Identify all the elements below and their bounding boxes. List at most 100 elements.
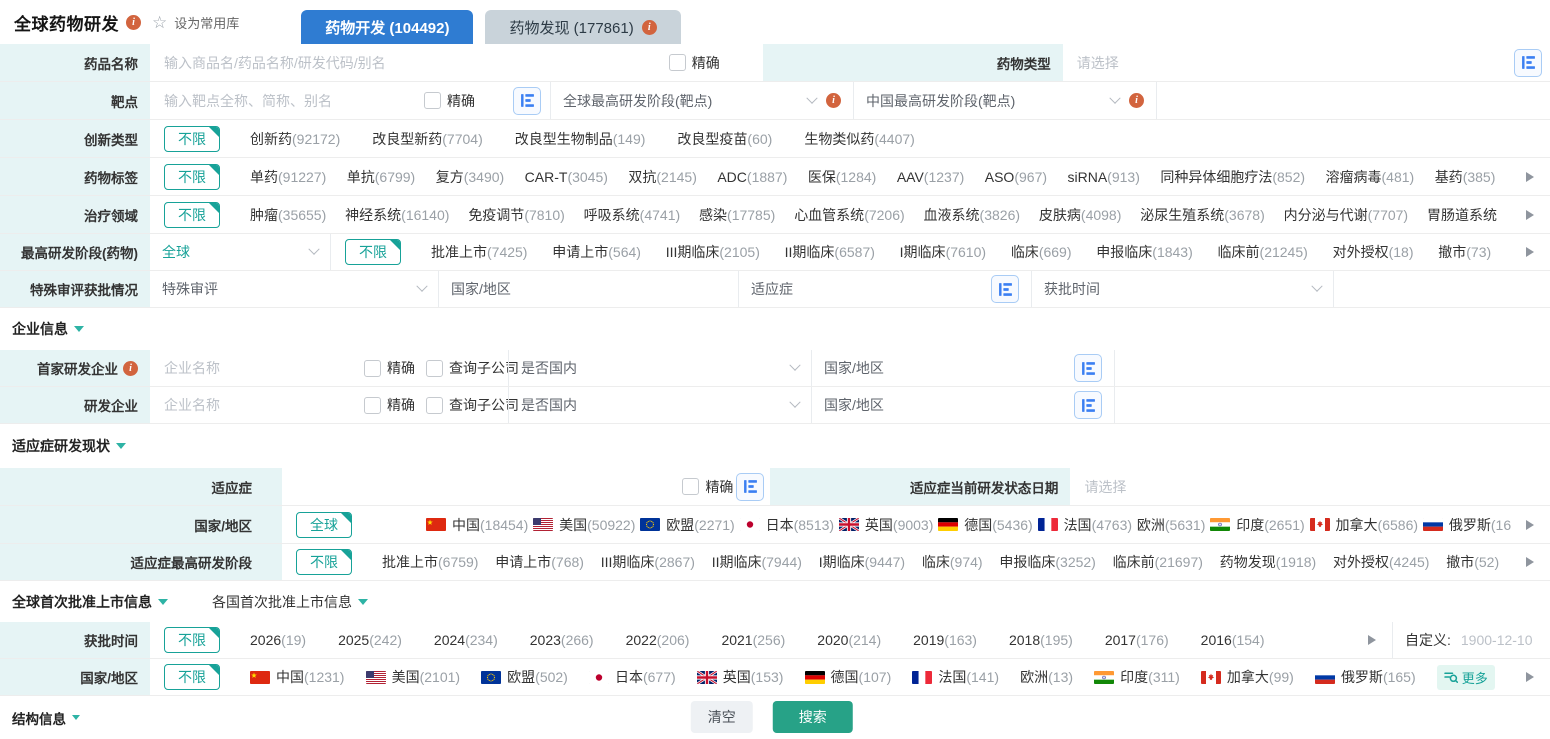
filter-option[interactable]: 对外授权(18)	[1333, 242, 1414, 262]
section-title-indication[interactable]: 适应症研发现状	[12, 436, 126, 456]
filter-option[interactable]: 欧洲(5631)	[1137, 515, 1205, 535]
filter-option[interactable]: 俄罗斯(16	[1423, 515, 1511, 535]
exact-checkbox[interactable]	[669, 54, 686, 71]
filter-option[interactable]: 美国(2101)	[366, 667, 460, 687]
filter-option[interactable]: 泌尿生殖系统(3678)	[1140, 205, 1264, 225]
filter-option[interactable]: ADC(1887)	[717, 169, 787, 185]
exact-checkbox[interactable]	[364, 360, 381, 377]
filter-option[interactable]: ASO(967)	[985, 169, 1047, 185]
filter-option[interactable]: siRNA(913)	[1068, 169, 1140, 185]
company-domestic-select[interactable]: 是否国内	[508, 387, 811, 423]
filter-option[interactable]: 内分泌与代谢(7707)	[1284, 205, 1408, 225]
filter-option[interactable]: 印度(2651)	[1210, 515, 1304, 535]
target-tree-icon[interactable]	[513, 87, 541, 115]
filter-option[interactable]: II期临床(6587)	[785, 242, 875, 262]
stage-scope-select[interactable]: 全球	[150, 234, 330, 270]
expand-arrow-icon[interactable]	[1368, 635, 1376, 645]
first-company-input[interactable]	[162, 359, 340, 377]
filter-option[interactable]: 欧洲(13)	[1020, 667, 1073, 687]
clear-button[interactable]: 清空	[691, 701, 753, 733]
filter-option[interactable]: I期临床(9447)	[819, 552, 905, 572]
filter-option[interactable]: 溶瘤病毒(481)	[1326, 167, 1415, 187]
filter-option[interactable]: 2026(19)	[250, 632, 306, 648]
special-review-select[interactable]: 特殊审评	[150, 271, 438, 307]
filter-option[interactable]: 改良型疫苗(60)	[677, 129, 772, 149]
filter-option[interactable]: 2016(154)	[1201, 632, 1265, 648]
expand-arrow-icon[interactable]	[1526, 672, 1534, 682]
filter-option[interactable]: 中国(1231)	[250, 667, 344, 687]
indication-date-select[interactable]	[1082, 478, 1538, 496]
filter-option[interactable]: 申报临床(3252)	[999, 552, 1095, 572]
country-tree-icon[interactable]	[1074, 391, 1102, 419]
filter-option[interactable]: 2023(266)	[530, 632, 594, 648]
filter-option[interactable]: 创新药(92172)	[250, 129, 340, 149]
section-title-structure[interactable]: 结构信息	[12, 708, 80, 728]
exact-checkbox[interactable]	[424, 92, 441, 109]
drug-name-input[interactable]	[162, 54, 645, 72]
tab-drug-development[interactable]: 药物开发 (104492)	[301, 10, 473, 44]
filter-option[interactable]: 法国(4763)	[1038, 515, 1132, 535]
company-country-select[interactable]: 国家/地区	[811, 387, 1114, 423]
filter-option[interactable]: 生物类似药(4407)	[804, 129, 914, 149]
section-title-global-first[interactable]: 全球首次批准上市信息	[12, 592, 168, 612]
sub-company-checkbox[interactable]	[426, 397, 443, 414]
filter-option[interactable]: 皮肤病(4098)	[1039, 205, 1121, 225]
indication-tree-icon[interactable]	[736, 473, 764, 501]
filter-option[interactable]: 临床前(21245)	[1218, 242, 1308, 262]
expand-arrow-icon[interactable]	[1526, 520, 1534, 530]
custom-date-value[interactable]: 1900-12-10	[1461, 632, 1533, 648]
filter-option[interactable]: 免疫调节(7810)	[468, 205, 564, 225]
filter-option[interactable]: I期临床(7610)	[900, 242, 986, 262]
filter-option[interactable]: 2019(163)	[913, 632, 977, 648]
section-title-country-first[interactable]: 各国首次批准上市信息	[212, 592, 368, 612]
unlimited-button[interactable]: 不限	[164, 202, 220, 228]
filter-option[interactable]: 批准上市(7425)	[431, 242, 527, 262]
expand-arrow-icon[interactable]	[1526, 247, 1534, 257]
indication-tree-icon[interactable]	[991, 275, 1019, 303]
unlimited-button[interactable]: 不限	[164, 126, 220, 152]
filter-option[interactable]: 胃肠道系统	[1427, 205, 1497, 225]
unlimited-button[interactable]: 不限	[345, 239, 401, 265]
sub-company-checkbox[interactable]	[426, 360, 443, 377]
exact-checkbox[interactable]	[364, 397, 381, 414]
expand-arrow-icon[interactable]	[1526, 557, 1534, 567]
first-company-domestic-select[interactable]: 是否国内	[508, 350, 811, 386]
filter-option[interactable]: 欧盟(2271)	[640, 515, 734, 535]
unlimited-button[interactable]: 不限	[296, 549, 352, 575]
filter-option[interactable]: II期临床(7944)	[712, 552, 802, 572]
filter-option[interactable]: 中国(18454)	[426, 515, 528, 535]
filter-option[interactable]: 日本(8513)	[740, 515, 834, 535]
filter-option[interactable]: 医保(1284)	[808, 167, 876, 187]
filter-option[interactable]: 日本(677)	[589, 667, 676, 687]
filter-option[interactable]: 欧盟(502)	[481, 667, 568, 687]
drug-type-tree-icon[interactable]	[1514, 49, 1542, 77]
filter-option[interactable]: 临床(974)	[922, 552, 983, 572]
first-company-country-select[interactable]: 国家/地区	[811, 350, 1114, 386]
filter-option[interactable]: 复方(3490)	[436, 167, 504, 187]
filter-option[interactable]: 2017(176)	[1105, 632, 1169, 648]
filter-option[interactable]: 单药(91227)	[250, 167, 326, 187]
company-input[interactable]	[162, 396, 340, 414]
special-country-select[interactable]: 国家/地区	[438, 271, 738, 307]
tab-drug-discovery[interactable]: 药物发现 (177861)	[485, 10, 680, 44]
section-title-company[interactable]: 企业信息	[12, 319, 84, 339]
filter-option[interactable]: 神经系统(16140)	[345, 205, 449, 225]
indication-input[interactable]	[294, 478, 658, 496]
china-target-stage-select[interactable]: 中国最高研发阶段(靶点)	[853, 82, 1156, 119]
filter-option[interactable]: 英国(153)	[697, 667, 784, 687]
filter-option[interactable]: 临床前(21697)	[1113, 552, 1203, 572]
filter-option[interactable]: 基药(385)	[1435, 167, 1496, 187]
unlimited-button[interactable]: 不限	[164, 627, 220, 653]
filter-option[interactable]: 血液系统(3826)	[924, 205, 1020, 225]
filter-option[interactable]: 心血管系统(7206)	[794, 205, 904, 225]
exact-checkbox[interactable]	[682, 478, 699, 495]
info-icon[interactable]	[123, 361, 138, 376]
filter-option[interactable]: 批准上市(6759)	[382, 552, 478, 572]
filter-option[interactable]: 改良型生物制品(149)	[515, 129, 646, 149]
filter-option[interactable]: AAV(1237)	[897, 169, 964, 185]
unlimited-button[interactable]: 不限	[164, 164, 220, 190]
filter-option[interactable]: 对外授权(4245)	[1333, 552, 1429, 572]
filter-option[interactable]: III期临床(2867)	[601, 552, 695, 572]
filter-option[interactable]: 申报临床(1843)	[1096, 242, 1192, 262]
global-button[interactable]: 全球	[296, 512, 352, 538]
